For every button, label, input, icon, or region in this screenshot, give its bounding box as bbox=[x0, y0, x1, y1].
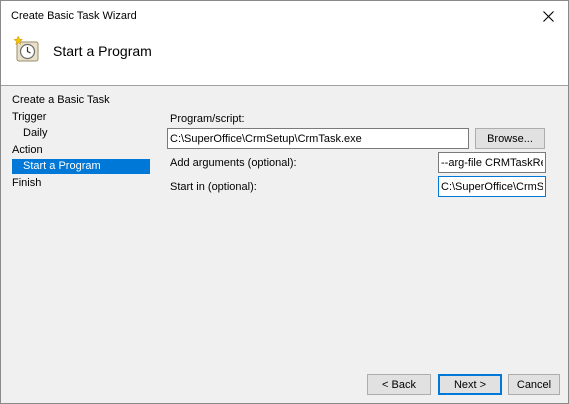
close-button[interactable] bbox=[528, 1, 568, 31]
wizard-header: Start a Program bbox=[1, 31, 568, 85]
step-trigger: Trigger bbox=[12, 110, 142, 125]
add-arguments-label: Add arguments (optional): bbox=[170, 157, 297, 169]
step-create-basic-task: Create a Basic Task bbox=[12, 93, 142, 108]
start-in-label: Start in (optional): bbox=[170, 181, 257, 193]
step-label: Daily bbox=[23, 127, 48, 139]
step-daily: Daily bbox=[23, 126, 143, 141]
step-label: Create a Basic Task bbox=[12, 94, 110, 106]
close-icon bbox=[542, 10, 554, 22]
browse-button[interactable]: Browse... bbox=[475, 128, 545, 149]
step-label: Trigger bbox=[12, 111, 47, 123]
task-scheduler-clock-icon bbox=[13, 35, 39, 62]
title-bar: Create Basic Task Wizard bbox=[1, 1, 568, 31]
wizard-window: Create Basic Task Wizard Start a Program… bbox=[0, 0, 569, 404]
program-script-label: Program/script: bbox=[170, 113, 245, 125]
program-script-input[interactable] bbox=[167, 128, 469, 149]
step-label: Start a Program bbox=[23, 160, 101, 172]
step-start-a-program: Start a Program bbox=[12, 159, 150, 174]
cancel-button[interactable]: Cancel bbox=[508, 374, 560, 395]
step-label: Finish bbox=[12, 177, 42, 189]
step-label: Action bbox=[12, 144, 43, 156]
back-button[interactable]: < Back bbox=[367, 374, 431, 395]
page-title: Start a Program bbox=[53, 43, 152, 59]
start-in-input[interactable] bbox=[438, 176, 546, 197]
step-finish: Finish bbox=[12, 176, 142, 191]
step-action: Action bbox=[12, 143, 142, 158]
window-title: Create Basic Task Wizard bbox=[11, 10, 137, 22]
next-button[interactable]: Next > bbox=[438, 374, 502, 395]
header-divider bbox=[1, 85, 568, 86]
add-arguments-input[interactable] bbox=[438, 152, 546, 173]
